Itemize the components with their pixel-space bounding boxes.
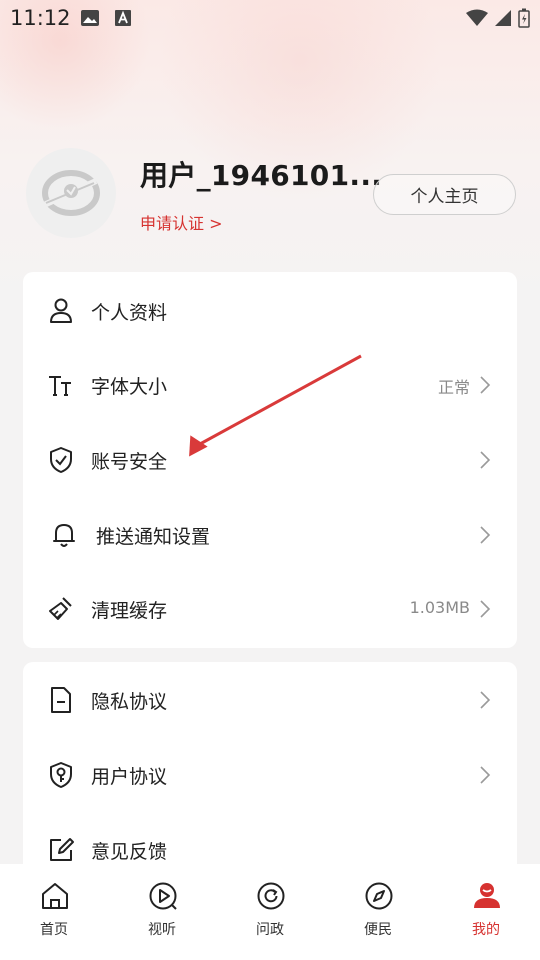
- chevron-right-icon: [480, 691, 491, 709]
- nav-home[interactable]: 首页: [0, 864, 108, 960]
- play-icon: [149, 882, 177, 910]
- nav-label: 便民: [364, 922, 392, 938]
- bottom-navigation: 首页 视听 问政 便民 我的: [0, 864, 540, 960]
- personal-homepage-button[interactable]: 个人主页: [373, 174, 516, 215]
- nav-mine[interactable]: 我的: [432, 864, 540, 960]
- settings-card-general: 个人资料 字体大小 正常 账号安全 推送通知设置 清理缓存 1.03MB: [23, 272, 517, 648]
- username: 用户_1946101...: [140, 159, 383, 192]
- nav-label: 我的: [472, 922, 500, 938]
- home-icon: [42, 883, 68, 909]
- bell-icon: [53, 524, 75, 547]
- settings-item-label: 清理缓存: [91, 600, 168, 622]
- status-bar: 11:12: [0, 0, 540, 36]
- document-icon: [51, 687, 71, 713]
- default-avatar-logo-icon: [42, 170, 100, 216]
- shield-key-icon: [50, 762, 72, 788]
- signal-icon: [495, 10, 511, 26]
- settings-item-label: 字体大小: [91, 376, 168, 398]
- nav-inquiry[interactable]: 问政: [216, 864, 324, 960]
- broom-icon: [49, 597, 72, 620]
- settings-item-push-notifications[interactable]: 推送通知设置: [23, 498, 517, 573]
- chevron-right-icon: [480, 600, 491, 618]
- refresh-icon: [257, 882, 285, 910]
- avatar[interactable]: [26, 148, 116, 238]
- settings-item-label: 隐私协议: [91, 691, 168, 713]
- edit-icon: [50, 838, 74, 861]
- font-size-value: 正常: [437, 378, 470, 397]
- nav-label: 问政: [256, 922, 284, 938]
- chevron-right-icon: [480, 451, 491, 469]
- status-time: 11:12: [10, 6, 71, 30]
- shield-check-icon: [50, 447, 72, 473]
- nav-label: 首页: [40, 922, 68, 938]
- settings-item-font-size[interactable]: 字体大小 正常: [23, 348, 517, 423]
- compass-icon: [365, 882, 393, 910]
- chevron-right-icon: [480, 526, 491, 544]
- settings-item-label: 用户协议: [91, 766, 168, 788]
- user-icon: [474, 883, 500, 908]
- settings-item-clear-cache[interactable]: 清理缓存 1.03MB: [23, 572, 517, 647]
- apply-certification-link[interactable]: 申请认证 >: [140, 210, 223, 234]
- font-size-icon: [49, 376, 71, 396]
- cache-size-value: 1.03MB: [409, 598, 470, 617]
- settings-item-user-agreement[interactable]: 用户协议: [23, 738, 517, 813]
- chevron-right-icon: [480, 766, 491, 784]
- person-icon: [50, 298, 72, 323]
- nav-services[interactable]: 便民: [324, 864, 432, 960]
- settings-item-label: 推送通知设置: [96, 526, 211, 548]
- text-a-icon: [115, 10, 131, 26]
- settings-item-label: 个人资料: [91, 302, 168, 324]
- battery-icon: [518, 8, 530, 28]
- settings-item-account-security[interactable]: 账号安全: [23, 423, 517, 498]
- settings-card-agreements: 隐私协议 用户协议 意见反馈: [23, 662, 517, 892]
- settings-item-label: 意见反馈: [91, 841, 168, 863]
- settings-item-privacy-policy[interactable]: 隐私协议: [23, 663, 517, 738]
- gallery-icon: [81, 10, 99, 26]
- nav-label: 视听: [148, 922, 176, 938]
- settings-item-label: 账号安全: [91, 451, 168, 473]
- wifi-icon: [466, 9, 488, 26]
- settings-item-profile[interactable]: 个人资料: [23, 274, 517, 349]
- chevron-right-icon: [480, 376, 491, 394]
- nav-video[interactable]: 视听: [108, 864, 216, 960]
